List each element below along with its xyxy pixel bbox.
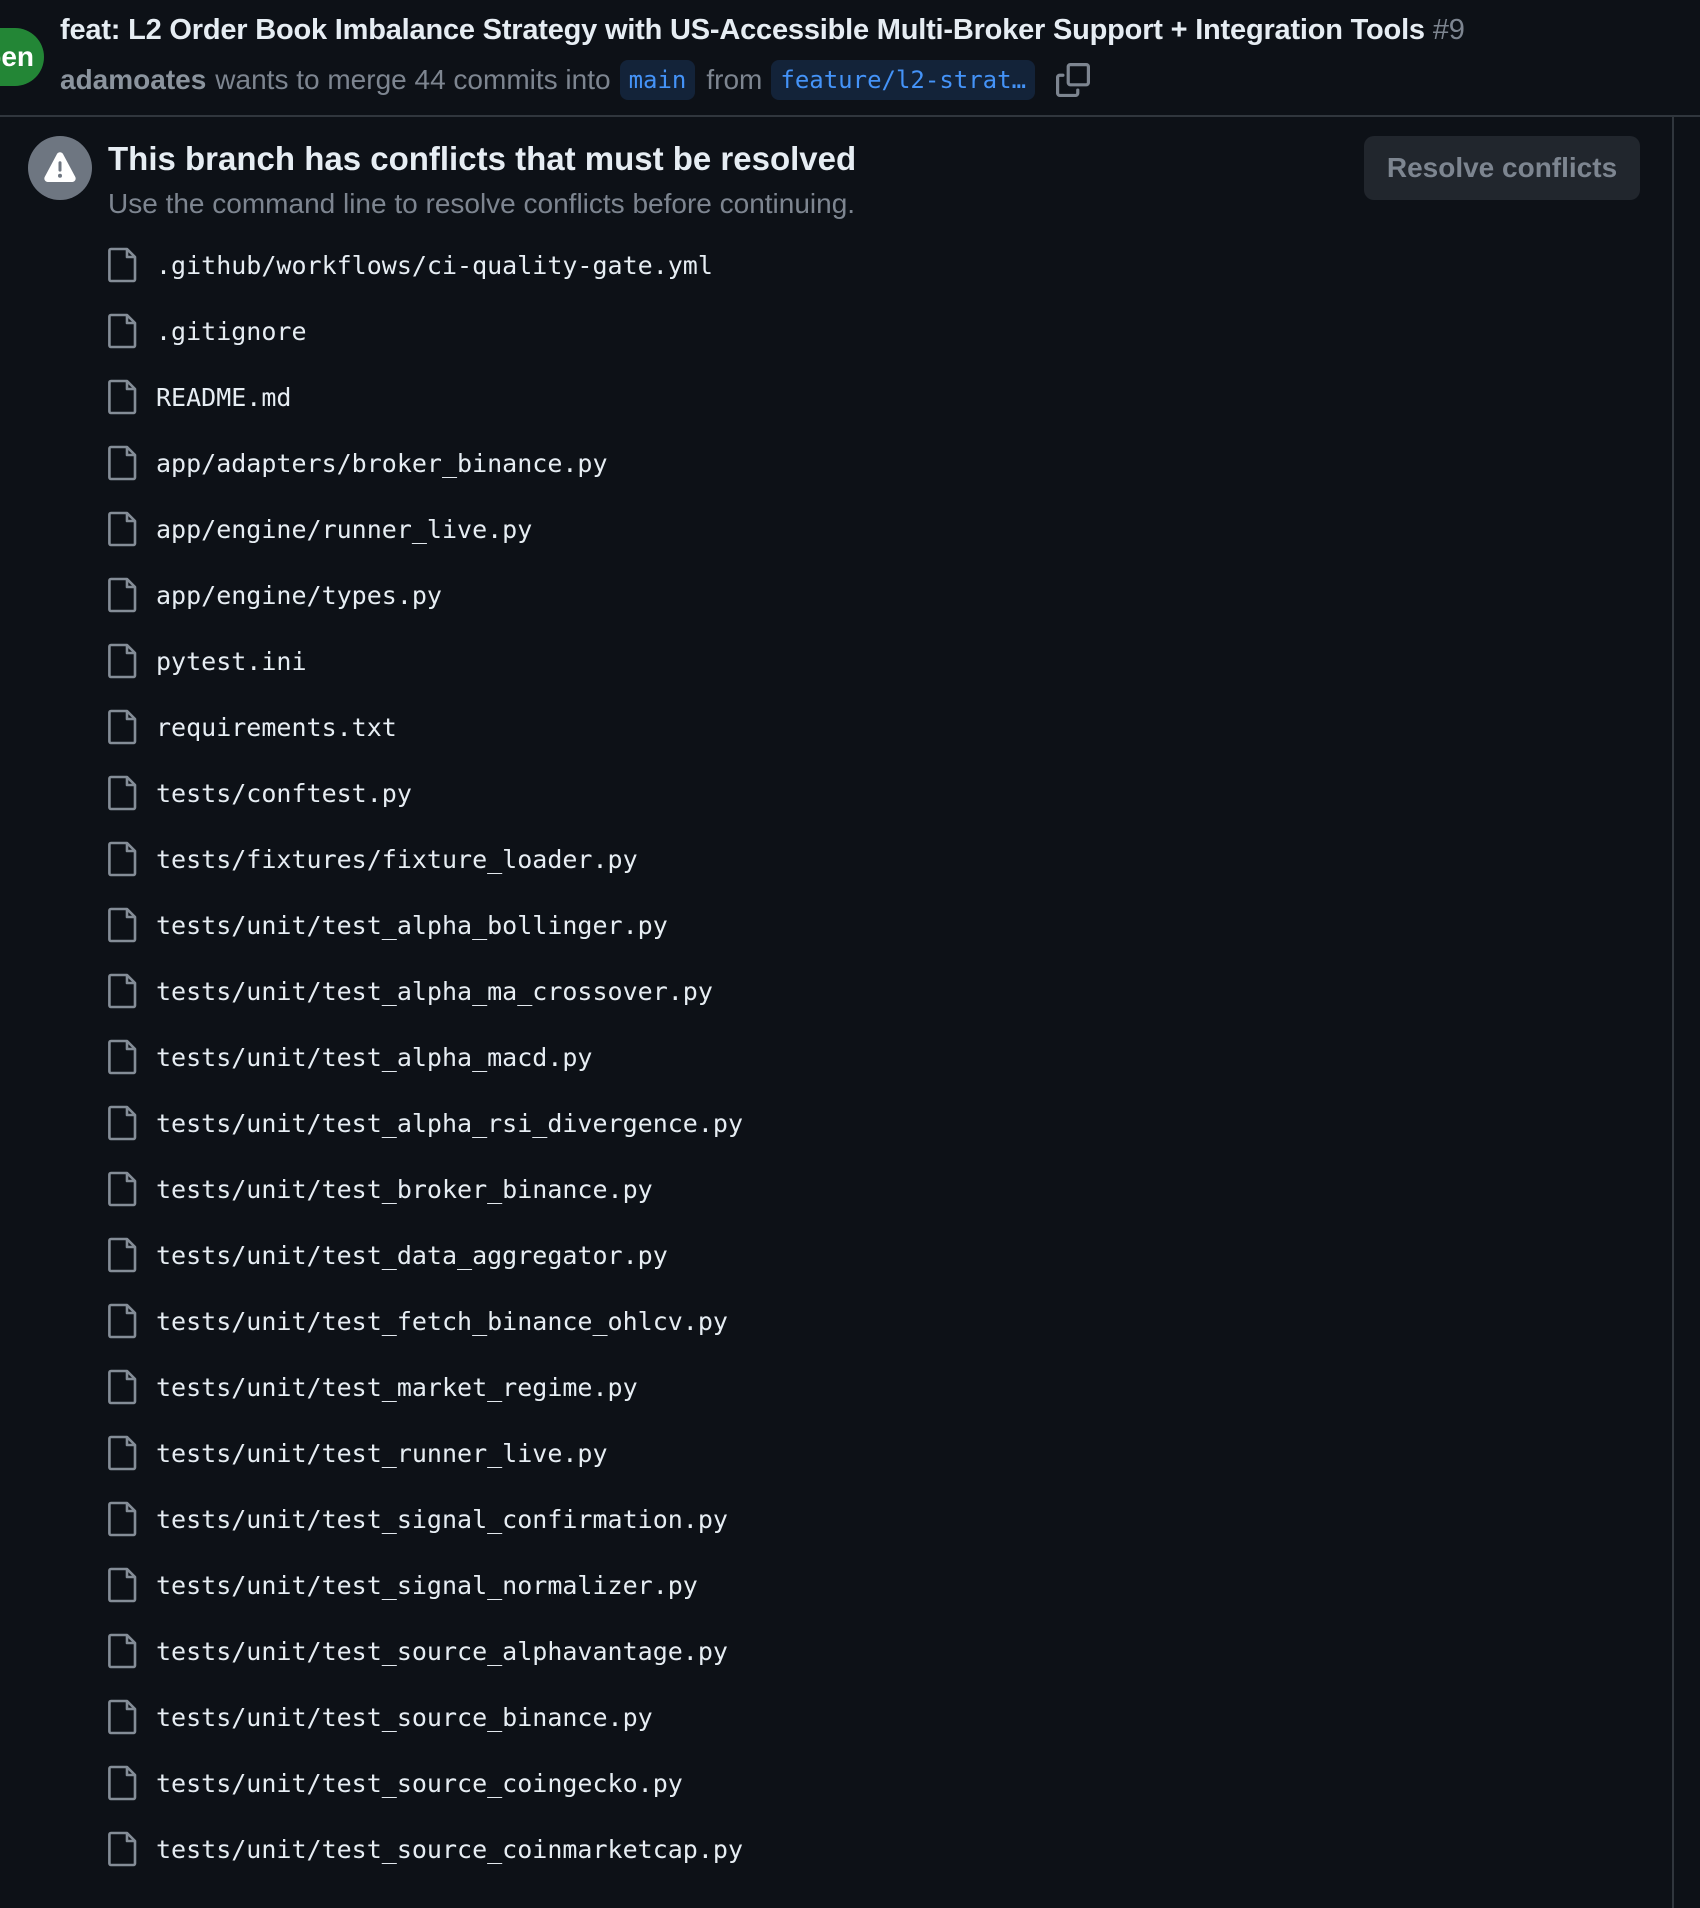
file-row: tests/unit/test_broker_binance.py	[108, 1156, 743, 1222]
file-path: tests/unit/test_data_aggregator.py	[156, 1240, 668, 1270]
file-row: tests/unit/test_source_coingecko.py	[108, 1750, 743, 1816]
file-icon	[108, 1831, 138, 1867]
file-icon	[108, 445, 138, 481]
head-branch-link[interactable]: feature/l2-strat…	[771, 60, 1036, 100]
file-path: tests/unit/test_signal_confirmation.py	[156, 1504, 728, 1534]
alert-icon	[28, 136, 92, 200]
file-icon	[108, 247, 138, 283]
file-path: tests/unit/test_source_alphavantage.py	[156, 1636, 728, 1666]
file-icon	[108, 1039, 138, 1075]
file-row: pytest.ini	[108, 628, 743, 694]
conflict-subtitle: Use the command line to resolve conflict…	[108, 188, 856, 219]
file-row: app/engine/types.py	[108, 562, 743, 628]
file-path: tests/unit/test_source_coinmarketcap.py	[156, 1834, 743, 1864]
file-row: app/engine/runner_live.py	[108, 496, 743, 562]
conflicting-files-list: .github/workflows/ci-quality-gate.yml .gi…	[108, 232, 743, 1882]
file-icon	[108, 1237, 138, 1273]
file-path: .github/workflows/ci-quality-gate.yml	[156, 250, 713, 280]
file-row: tests/unit/test_alpha_macd.py	[108, 1024, 743, 1090]
file-icon	[108, 1765, 138, 1801]
file-row: .gitignore	[108, 298, 743, 364]
timeline-divider	[1672, 117, 1674, 1908]
file-path: README.md	[156, 382, 292, 412]
base-branch-link[interactable]: main	[619, 60, 696, 100]
file-path: tests/unit/test_source_binance.py	[156, 1702, 653, 1732]
file-icon	[108, 643, 138, 679]
file-path: .gitignore	[156, 316, 307, 346]
file-row: tests/unit/test_alpha_rsi_divergence.py	[108, 1090, 743, 1156]
file-icon	[108, 1633, 138, 1669]
pr-merge-info: adamoates wants to merge 44 commits into…	[60, 58, 1091, 102]
file-icon	[108, 1171, 138, 1207]
file-icon	[108, 841, 138, 877]
pr-number: #9	[1432, 14, 1465, 46]
file-path: tests/unit/test_runner_live.py	[156, 1438, 608, 1468]
file-path: requirements.txt	[156, 712, 397, 742]
file-path: tests/unit/test_alpha_bollinger.py	[156, 910, 668, 940]
file-icon	[108, 1501, 138, 1537]
file-icon	[108, 511, 138, 547]
file-row: tests/unit/test_market_regime.py	[108, 1354, 743, 1420]
file-path: tests/unit/test_source_coingecko.py	[156, 1768, 683, 1798]
file-row: tests/unit/test_source_binance.py	[108, 1684, 743, 1750]
file-row: requirements.txt	[108, 694, 743, 760]
file-icon	[108, 1369, 138, 1405]
file-icon	[108, 1105, 138, 1141]
file-path: tests/conftest.py	[156, 778, 412, 808]
pr-title-text: feat: L2 Order Book Imbalance Strategy w…	[60, 14, 1425, 46]
file-path: app/engine/types.py	[156, 580, 442, 610]
file-row: tests/unit/test_fetch_binance_ohlcv.py	[108, 1288, 743, 1354]
file-path: tests/unit/test_alpha_ma_crossover.py	[156, 976, 713, 1006]
file-icon	[108, 907, 138, 943]
file-path: tests/unit/test_fetch_binance_ohlcv.py	[156, 1306, 728, 1336]
file-row: tests/unit/test_runner_live.py	[108, 1420, 743, 1486]
file-row: app/adapters/broker_binance.py	[108, 430, 743, 496]
file-path: tests/unit/test_alpha_rsi_divergence.py	[156, 1108, 743, 1138]
pr-title: feat: L2 Order Book Imbalance Strategy w…	[60, 14, 1465, 47]
file-path: pytest.ini	[156, 646, 307, 676]
file-path: app/adapters/broker_binance.py	[156, 448, 608, 478]
file-row: tests/unit/test_data_aggregator.py	[108, 1222, 743, 1288]
pr-state-badge: Open	[0, 28, 44, 86]
file-row: README.md	[108, 364, 743, 430]
file-path: app/engine/runner_live.py	[156, 514, 533, 544]
copy-icon[interactable]	[1056, 63, 1091, 97]
file-icon	[108, 1699, 138, 1735]
file-icon	[108, 709, 138, 745]
resolve-conflicts-button[interactable]: Resolve conflicts	[1364, 136, 1640, 200]
file-path: tests/unit/test_broker_binance.py	[156, 1174, 653, 1204]
file-icon	[108, 1435, 138, 1471]
file-icon	[108, 577, 138, 613]
file-row: tests/conftest.py	[108, 760, 743, 826]
pr-from-text: from	[706, 64, 763, 95]
file-row: tests/fixtures/fixture_loader.py	[108, 826, 743, 892]
file-path: tests/unit/test_signal_normalizer.py	[156, 1570, 698, 1600]
file-icon	[108, 1303, 138, 1339]
pr-header: Open feat: L2 Order Book Imbalance Strat…	[0, 0, 1700, 117]
file-icon	[108, 775, 138, 811]
file-path: tests/fixtures/fixture_loader.py	[156, 844, 638, 874]
file-row: tests/unit/test_source_alphavantage.py	[108, 1618, 743, 1684]
file-icon	[108, 973, 138, 1009]
pr-merge-text: wants to merge 44 commits into	[215, 64, 611, 95]
file-path: tests/unit/test_market_regime.py	[156, 1372, 638, 1402]
file-icon	[108, 379, 138, 415]
file-row: tests/unit/test_signal_normalizer.py	[108, 1552, 743, 1618]
conflict-title: This branch has conflicts that must be r…	[108, 140, 857, 177]
pr-author-link[interactable]: adamoates	[60, 64, 206, 96]
file-row: tests/unit/test_signal_confirmation.py	[108, 1486, 743, 1552]
file-icon	[108, 1567, 138, 1603]
file-row: tests/unit/test_alpha_bollinger.py	[108, 892, 743, 958]
file-row: tests/unit/test_source_coinmarketcap.py	[108, 1816, 743, 1882]
file-path: tests/unit/test_alpha_macd.py	[156, 1042, 593, 1072]
file-row: .github/workflows/ci-quality-gate.yml	[108, 232, 743, 298]
file-icon	[108, 313, 138, 349]
file-row: tests/unit/test_alpha_ma_crossover.py	[108, 958, 743, 1024]
